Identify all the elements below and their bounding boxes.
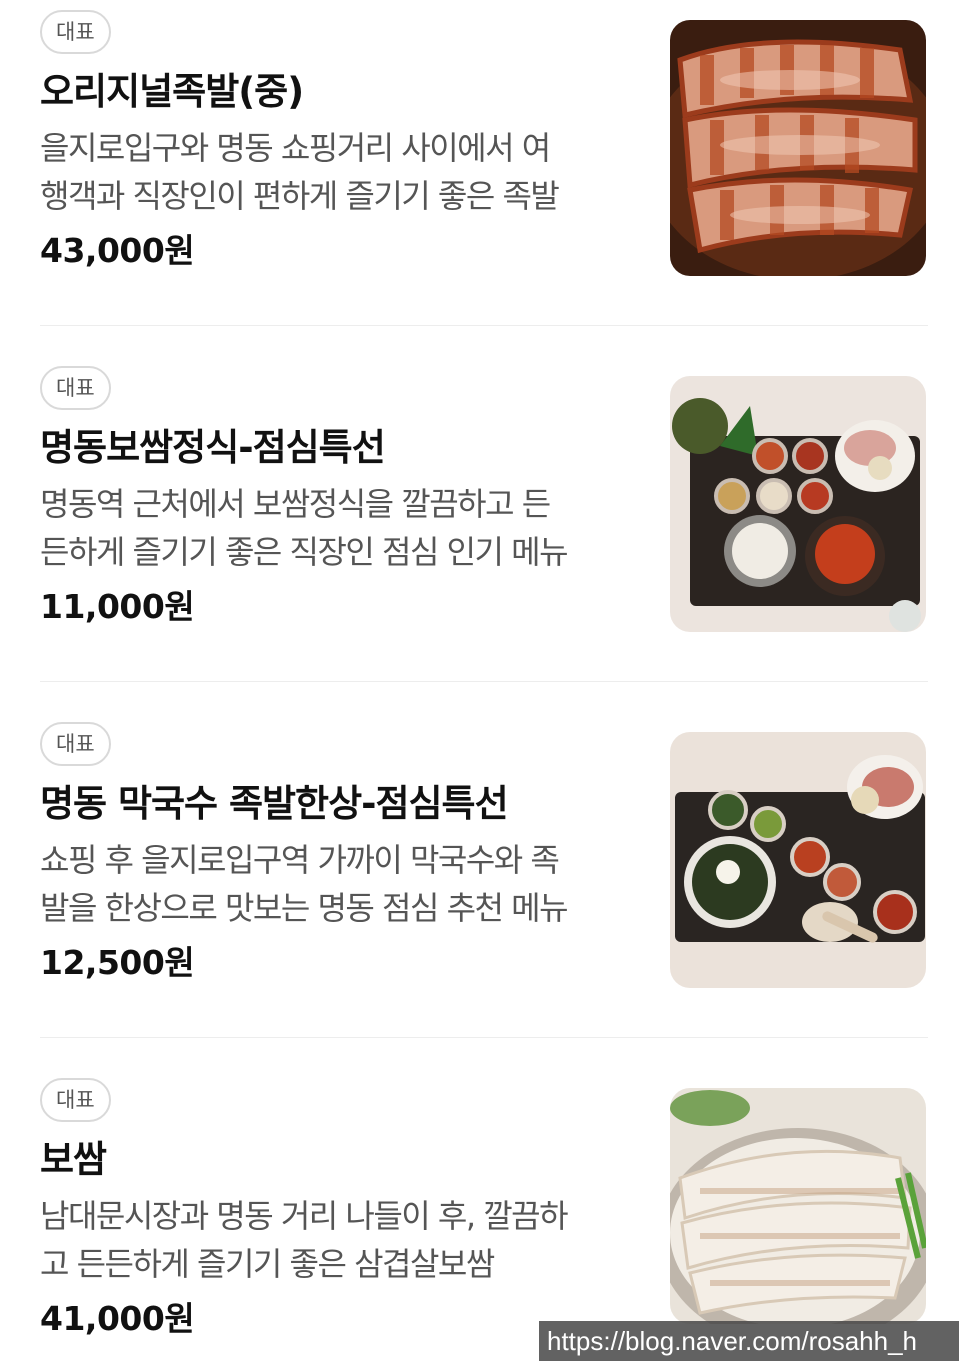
menu-item-info: 대표 오리지널족발(중) 을지로입구와 명동 쇼핑거리 사이에서 여 행객과 직…: [40, 10, 640, 272]
bossam-set-photo[interactable]: [670, 376, 926, 632]
description-line: 고 든든하게 즐기기 좋은 삼겹살보쌈: [40, 1245, 495, 1283]
blog-url-watermark: https://blog.naver.com/rosahh_h: [539, 1321, 959, 1361]
menu-item-title[interactable]: 보쌈: [40, 1136, 640, 1184]
description-line: 쇼핑 후 을지로입구역 가까이 막국수와 족: [40, 841, 560, 879]
menu-item-info: 대표 보쌈 남대문시장과 명동 거리 나들이 후, 깔끔하 고 든든하게 즐기기…: [40, 1078, 640, 1340]
makguksu-set-photo[interactable]: [670, 732, 926, 988]
menu-item-price: 11,000원: [40, 587, 195, 626]
signature-badge: 대표: [40, 722, 111, 766]
menu-item-title[interactable]: 명동보쌈정식-점심특선: [40, 424, 640, 472]
jokbal-photo[interactable]: [670, 20, 926, 276]
description-line: 을지로입구와 명동 쇼핑거리 사이에서 여: [40, 129, 551, 167]
menu-item[interactable]: 대표 오리지널족발(중) 을지로입구와 명동 쇼핑거리 사이에서 여 행객과 직…: [40, 10, 928, 276]
signature-badge: 대표: [40, 10, 111, 54]
menu-item-description: 쇼핑 후 을지로입구역 가까이 막국수와 족 발을 한상으로 맛보는 명동 점심…: [40, 836, 640, 932]
description-line: 든하게 즐기기 좋은 직장인 점심 인기 메뉴: [40, 533, 569, 571]
description-line: 발을 한상으로 맛보는 명동 점심 추천 메뉴: [40, 889, 569, 927]
menu-item-title[interactable]: 명동 막국수 족발한상-점심특선: [40, 780, 640, 828]
description-line: 남대문시장과 명동 거리 나들이 후, 깔끔하: [40, 1197, 569, 1235]
menu-item-title[interactable]: 오리지널족발(중): [40, 68, 640, 116]
description-line: 명동역 근처에서 보쌈정식을 깔끔하고 든: [40, 485, 551, 523]
menu-item-description: 남대문시장과 명동 거리 나들이 후, 깔끔하 고 든든하게 즐기기 좋은 삼겹…: [40, 1192, 640, 1288]
menu-item-info: 대표 명동 막국수 족발한상-점심특선 쇼핑 후 을지로입구역 가까이 막국수와…: [40, 722, 640, 984]
bossam-photo[interactable]: [670, 1088, 926, 1324]
menu-item[interactable]: 대표 명동 막국수 족발한상-점심특선 쇼핑 후 을지로입구역 가까이 막국수와…: [40, 722, 928, 988]
menu-item[interactable]: 대표 명동보쌈정식-점심특선 명동역 근처에서 보쌈정식을 깔끔하고 든 든하게…: [40, 366, 928, 632]
menu-item[interactable]: 대표 보쌈 남대문시장과 명동 거리 나들이 후, 깔끔하 고 든든하게 즐기기…: [40, 1078, 928, 1338]
menu-item-info: 대표 명동보쌈정식-점심특선 명동역 근처에서 보쌈정식을 깔끔하고 든 든하게…: [40, 366, 640, 628]
divider: [40, 325, 928, 326]
signature-badge: 대표: [40, 366, 111, 410]
menu-item-description: 을지로입구와 명동 쇼핑거리 사이에서 여 행객과 직장인이 편하게 즐기기 좋…: [40, 124, 640, 220]
description-line: 행객과 직장인이 편하게 즐기기 좋은 족발: [40, 177, 560, 215]
menu-item-description: 명동역 근처에서 보쌈정식을 깔끔하고 든 든하게 즐기기 좋은 직장인 점심 …: [40, 480, 640, 576]
menu-item-price: 12,500원: [40, 943, 195, 982]
menu-item-price: 43,000원: [40, 231, 195, 270]
divider: [40, 681, 928, 682]
divider: [40, 1037, 928, 1038]
signature-badge: 대표: [40, 1078, 111, 1122]
